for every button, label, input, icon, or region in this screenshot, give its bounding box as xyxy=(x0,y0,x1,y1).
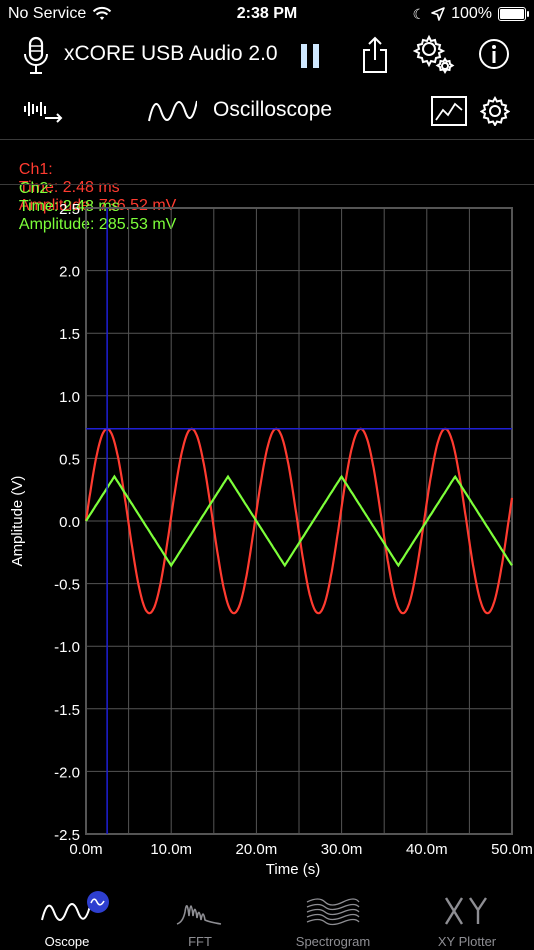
settings-gear-icon xyxy=(413,34,455,74)
y-tick-label: 2.0 xyxy=(59,264,80,281)
display-options-button[interactable] xyxy=(430,94,468,128)
spectrogram-icon xyxy=(306,898,360,926)
device-name: xCORE USB Audio 2.0 xyxy=(64,42,278,65)
y-tick-label: 0.5 xyxy=(59,451,80,468)
x-tick-label: 50.0m xyxy=(491,841,533,858)
moon-icon: ☾ xyxy=(412,5,426,22)
location-arrow-icon xyxy=(431,7,445,21)
mode-title: Oscilloscope xyxy=(213,98,333,121)
xy-icon xyxy=(444,897,487,925)
status-right: ☾ 100% xyxy=(412,5,529,23)
pause-button[interactable] xyxy=(296,40,324,72)
mode-bar: Oscilloscope xyxy=(0,86,534,138)
oscope-tab-icon xyxy=(41,891,109,921)
y-axis-label: Amplitude (V) xyxy=(9,476,26,567)
microphone-icon[interactable] xyxy=(20,34,52,78)
y-tick-label: -1.0 xyxy=(54,639,80,656)
tab-label: Oscope xyxy=(44,934,90,949)
mode-settings-button[interactable] xyxy=(478,94,512,128)
share-icon xyxy=(363,36,387,73)
info-button[interactable] xyxy=(476,36,512,72)
battery-icon xyxy=(498,7,529,21)
y-tick-label: 1.5 xyxy=(59,326,80,343)
status-bar: No Service 2:38 PM ☾ 100% xyxy=(0,0,534,28)
y-tick-label: 0.0 xyxy=(59,514,80,531)
oscilloscope-chart[interactable]: 2.52.01.51.00.50.0-0.5-1.0-1.5-2.0-2.50.… xyxy=(0,186,534,882)
tab-label: XY Plotter xyxy=(437,934,497,949)
pause-icon xyxy=(301,44,319,68)
x-tick-label: 40.0m xyxy=(406,841,448,858)
oscilloscope-mode-icon xyxy=(146,96,198,126)
y-tick-label: 1.0 xyxy=(59,389,80,406)
device-toolbar: xCORE USB Audio 2.0 xyxy=(0,28,534,84)
y-tick-label: -2.0 xyxy=(54,764,80,781)
y-tick-label: 2.5 xyxy=(59,201,80,218)
tab-label: Spectrogram xyxy=(295,934,371,949)
share-button[interactable] xyxy=(358,34,392,76)
divider xyxy=(0,139,534,140)
input-signal-button[interactable] xyxy=(22,94,66,128)
info-icon xyxy=(479,39,509,69)
tab-label: FFT xyxy=(188,934,212,949)
chart-display-icon xyxy=(431,96,467,126)
battery-percent: 100% xyxy=(451,5,492,22)
x-tick-label: 30.0m xyxy=(321,841,363,858)
waveform-input-icon xyxy=(24,102,63,123)
x-tick-label: 10.0m xyxy=(150,841,192,858)
y-tick-label: -0.5 xyxy=(54,577,80,594)
x-axis-label: Time (s) xyxy=(266,861,320,878)
x-tick-label: 0.0m xyxy=(69,841,102,858)
y-tick-label: -1.5 xyxy=(54,702,80,719)
x-tick-label: 20.0m xyxy=(236,841,278,858)
divider xyxy=(0,184,534,185)
gear-icon xyxy=(480,96,510,126)
device-settings-button[interactable] xyxy=(412,32,456,76)
tab-bar: Oscope FFT Spectrogram XY Plotter xyxy=(0,884,534,950)
fft-icon xyxy=(176,905,222,925)
